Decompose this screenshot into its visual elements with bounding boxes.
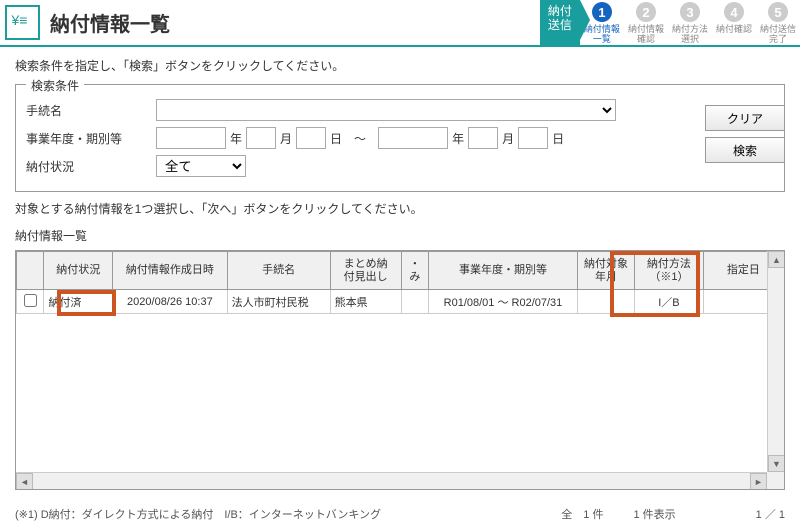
unit-year2: 年 [452, 130, 464, 147]
unit-year1: 年 [230, 130, 242, 147]
select-tetsuzuki[interactable] [156, 99, 616, 121]
step-circle-5: 5 [768, 2, 788, 22]
step-4: 4 納付確認 [712, 0, 756, 46]
input-day-to[interactable] [518, 127, 548, 149]
step-label-4: 納付確認 [716, 24, 752, 34]
col-matome[interactable]: まとめ納付見出し [330, 252, 401, 290]
display-count: 1 件表示 [633, 506, 675, 522]
row-checkbox[interactable] [24, 294, 37, 307]
highlight-status [57, 290, 116, 316]
page-indicator: 1 ／ 1 [676, 506, 785, 522]
scroll-corner [767, 472, 784, 489]
range-separator: ～ [354, 130, 366, 147]
instruction-select: 対象とする納付情報を1つ選択し、「次へ」ボタンをクリックしてください。 [15, 200, 785, 217]
input-year-from[interactable] [156, 127, 226, 149]
cell-created: 2020/08/26 10:37 [113, 290, 227, 314]
step-tag: 納付送信 [540, 0, 580, 46]
unit-day1: 日 [330, 130, 342, 147]
search-legend: 検索条件 [26, 77, 84, 94]
cell-nendo: R01/08/01 ～ R02/07/31 [429, 290, 578, 314]
step-circle-3: 3 [680, 2, 700, 22]
scroll-down-icon[interactable]: ▼ [768, 455, 785, 472]
header: ¥≡ 納付情報一覧 納付送信 1 納付情報一覧 2 納付情報確認 3 納付方法選… [0, 0, 800, 47]
app-icon: ¥≡ [5, 5, 40, 40]
yen-icon: ¥≡ [12, 12, 28, 28]
table-container: 納付状況 納付情報作成日時 手続名 まとめ納付見出し ・み 事業年度・期別等 納… [15, 250, 785, 490]
clear-button[interactable]: クリア [705, 105, 785, 131]
input-month-to[interactable] [468, 127, 498, 149]
input-day-from[interactable] [296, 127, 326, 149]
total-count: 1 件 [583, 509, 603, 521]
table-section-label: 納付情報一覧 [15, 227, 785, 244]
search-fieldset: 検索条件 手続名 事業年度・期別等 年 月 日 ～ 年 月 日 [15, 84, 785, 192]
step-circle-1: 1 [592, 2, 612, 22]
page-title: 納付情報一覧 [50, 8, 170, 37]
scrollbar-vertical[interactable]: ▲ ▼ [767, 251, 784, 472]
step-label-3: 納付方法選択 [672, 24, 708, 44]
scroll-left-icon[interactable]: ◄ [16, 473, 33, 490]
cell-mi [401, 290, 428, 314]
unit-day2: 日 [552, 130, 564, 147]
highlight-method [610, 251, 700, 317]
col-status[interactable]: 納付状況 [44, 252, 113, 290]
cell-matome: 熊本県 [330, 290, 401, 314]
step-circle-4: 4 [724, 2, 744, 22]
step-2: 2 納付情報確認 [624, 0, 668, 46]
step-label-2: 納付情報確認 [628, 24, 664, 44]
footer: (※1) D納付：ダイレクト方式による納付 I/B：インターネットバンキング 全… [0, 500, 800, 528]
instruction-search: 検索条件を指定し、「検索」ボタンをクリックしてください。 [15, 57, 785, 74]
step-label-5: 納付送信完了 [760, 24, 796, 44]
progress-steps: 納付送信 1 納付情報一覧 2 納付情報確認 3 納付方法選択 4 納付確認 5… [540, 0, 800, 46]
select-status[interactable]: 全て [156, 155, 246, 177]
step-3: 3 納付方法選択 [668, 0, 712, 46]
scroll-up-icon[interactable]: ▲ [768, 251, 785, 268]
label-tetsuzuki: 手続名 [26, 102, 156, 119]
unit-month2: 月 [502, 130, 514, 147]
label-status: 納付状況 [26, 158, 156, 175]
col-mi[interactable]: ・み [401, 252, 428, 290]
cell-tetsuzuki: 法人市町村民税 [227, 290, 330, 314]
input-month-from[interactable] [246, 127, 276, 149]
scroll-right-icon[interactable]: ► [750, 473, 767, 490]
unit-month1: 月 [280, 130, 292, 147]
content: 検索条件を指定し、「検索」ボタンをクリックしてください。 検索条件 手続名 事業… [0, 47, 800, 500]
step-5: 5 納付送信完了 [756, 0, 800, 46]
scrollbar-horizontal[interactable]: ◄ ► [16, 472, 767, 489]
col-nendo[interactable]: 事業年度・期別等 [429, 252, 578, 290]
col-created[interactable]: 納付情報作成日時 [113, 252, 227, 290]
label-nendo: 事業年度・期別等 [26, 130, 156, 147]
search-button[interactable]: 検索 [705, 137, 785, 163]
input-year-to[interactable] [378, 127, 448, 149]
step-circle-2: 2 [636, 2, 656, 22]
col-checkbox [17, 252, 44, 290]
total-label: 全 [561, 509, 572, 521]
col-tetsuzuki[interactable]: 手続名 [227, 252, 330, 290]
footer-legend: (※1) D納付：ダイレクト方式による納付 I/B：インターネットバンキング [15, 506, 561, 522]
